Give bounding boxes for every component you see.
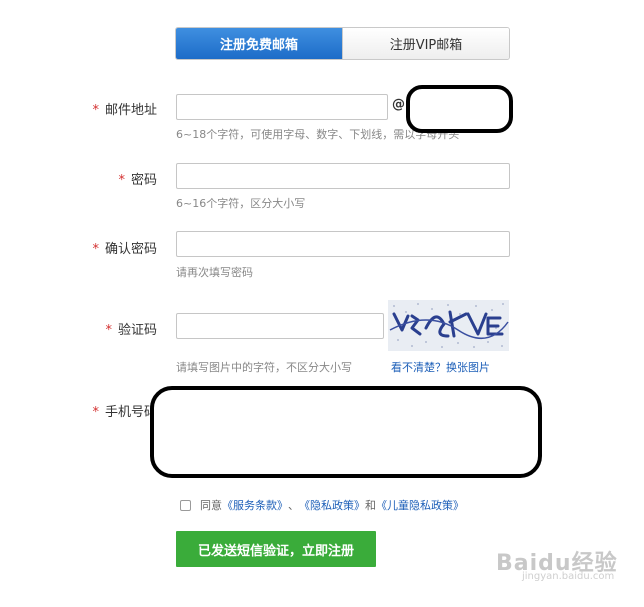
tab-vip-email[interactable]: 注册VIP邮箱 (342, 28, 509, 59)
captcha-label: * 验证码 (105, 323, 157, 338)
email-label: * 邮件地址 (92, 103, 157, 118)
phone-redaction-mark (150, 386, 542, 478)
agree-checkbox[interactable] (180, 499, 191, 511)
captcha-hint: 请填写图片中的字符，不区分大小写 (176, 361, 352, 374)
agree-and: 和 (365, 499, 376, 512)
password-hint: 6~16个字符，区分大小写 (176, 197, 306, 210)
captcha-input[interactable] (176, 313, 384, 339)
register-tabs: 注册免费邮箱 注册VIP邮箱 (175, 27, 510, 60)
required-mark: * (92, 103, 99, 118)
tab-free-email[interactable]: 注册免费邮箱 (176, 28, 342, 59)
terms-link[interactable]: 《服务条款》 (222, 497, 288, 513)
confirm-password-hint: 请再次填写密码 (176, 266, 253, 279)
refresh-captcha-link[interactable]: 看不清楚？换张图片 (391, 359, 490, 375)
agree-prefix: 同意 (200, 499, 222, 512)
agree-separator: 、 (288, 499, 299, 512)
password-label: * 密码 (118, 173, 157, 188)
at-sign: @ (392, 97, 405, 112)
captcha-image[interactable] (388, 300, 509, 351)
submit-button[interactable]: 已发送短信验证，立即注册 (176, 531, 376, 567)
captcha-noise-icon (388, 300, 509, 351)
confirm-password-label: * 确认密码 (92, 242, 157, 257)
privacy-link[interactable]: 《隐私政策》 (299, 497, 365, 513)
confirm-password-input[interactable] (176, 231, 510, 257)
redaction-mark (406, 85, 513, 133)
email-input[interactable] (176, 94, 388, 120)
phone-label: * 手机号码 (92, 405, 157, 420)
agreement-row: 同意 《服务条款》 、 《隐私政策》 和 《儿童隐私政策》 (180, 497, 464, 513)
password-input[interactable] (176, 163, 510, 189)
baidu-watermark-url: jingyan.baidu.com (522, 571, 615, 582)
child-privacy-link[interactable]: 《儿童隐私政策》 (376, 497, 464, 513)
